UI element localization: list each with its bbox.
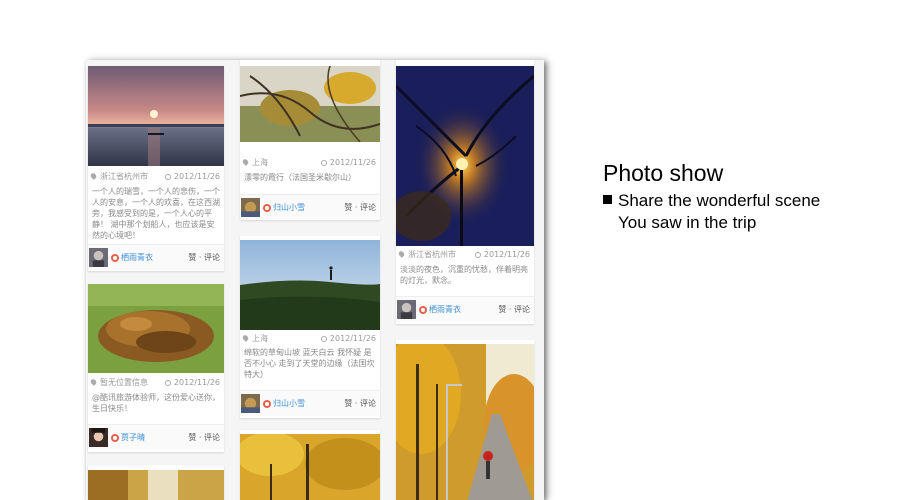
location-pin-icon bbox=[241, 334, 250, 342]
user-icon bbox=[263, 400, 271, 408]
photo-card-branches[interactable]: 上海 2012/11/26 漂零的霞行（法国圣米歇尔山） 归山小雪 赞 · 评论 bbox=[240, 60, 380, 220]
location-text: 浙江省杭州市 bbox=[408, 250, 456, 259]
location-text: 上海 bbox=[252, 334, 268, 343]
location-text: 暂无位置信息 bbox=[100, 378, 148, 387]
photo-card-partial[interactable] bbox=[240, 430, 380, 500]
autumn-avenue-photo[interactable] bbox=[396, 344, 534, 500]
like-comment-actions[interactable]: 赞 · 评论 bbox=[188, 252, 220, 263]
user-icon bbox=[263, 204, 271, 212]
user-icon bbox=[111, 434, 119, 442]
location-pin-icon bbox=[397, 250, 406, 258]
autumn-road-photo[interactable] bbox=[88, 470, 224, 500]
location-pin-icon bbox=[89, 378, 98, 386]
avatar[interactable] bbox=[241, 394, 260, 413]
feature-text: Share the wonderful scene bbox=[618, 191, 821, 210]
clock-icon bbox=[474, 252, 481, 258]
photo-description: 一个人的瑞雪，一个人的悲伤，一个人的安息，一个人的欢喜，在这西湖旁，我感受到的是… bbox=[92, 187, 220, 240]
feature-item: You saw in the trip bbox=[603, 212, 820, 234]
user-icon bbox=[111, 254, 119, 262]
card-footer: 贾子晴 赞 · 评论 bbox=[88, 424, 224, 450]
like-comment-actions[interactable]: 赞 · 评论 bbox=[344, 202, 376, 213]
photo-meta: 浙江省杭州市 2012/11/26 bbox=[396, 248, 534, 262]
photo-card-hill[interactable]: 上海 2012/11/26 绵软的草甸山坡 蓝天白云 我怀疑 是否不小心 走到了… bbox=[240, 236, 380, 418]
clock-icon bbox=[164, 380, 171, 386]
photo-card-partial[interactable] bbox=[396, 340, 534, 500]
photo-description: @酷讯旅游体验师，这份爱心送你，生日快乐！ bbox=[92, 393, 220, 413]
photo-description: 淡淡的夜色，沉重的忧愁，伴着明亮的灯光，默念。 bbox=[400, 265, 528, 285]
photo-feed: 浙江省杭州市 2012/11/26 一个人的瑞雪，一个人的悲伤，一个人的安息，一… bbox=[86, 60, 544, 500]
date-text: 2012/11/26 bbox=[173, 172, 220, 181]
username-link[interactable]: 栖雨青衣 bbox=[429, 304, 461, 315]
like-comment-actions[interactable]: 赞 · 评论 bbox=[188, 432, 220, 443]
like-comment-actions[interactable]: 赞 · 评论 bbox=[498, 304, 530, 315]
location-text: 上海 bbox=[252, 158, 268, 167]
branches-photo[interactable] bbox=[240, 66, 380, 142]
location-pin-icon bbox=[241, 158, 250, 166]
username-link[interactable]: 栖雨青衣 bbox=[121, 252, 153, 263]
hill-photo[interactable] bbox=[240, 240, 380, 330]
date-text: 2012/11/26 bbox=[329, 334, 376, 343]
yellow-trees-photo[interactable] bbox=[240, 434, 380, 500]
username-link[interactable]: 贾子晴 bbox=[121, 432, 145, 443]
avatar[interactable] bbox=[397, 300, 416, 319]
photo-card-partial[interactable] bbox=[88, 465, 224, 500]
photo-card-leaves[interactable]: 暂无位置信息 2012/11/26 @酷讯旅游体验师，这份爱心送你，生日快乐！ … bbox=[88, 284, 224, 452]
avatar[interactable] bbox=[89, 248, 108, 267]
square-bullet-icon bbox=[603, 195, 612, 204]
headline: Photo show bbox=[603, 160, 724, 186]
user-icon bbox=[419, 306, 427, 314]
photo-meta: 上海 2012/11/26 bbox=[240, 156, 380, 170]
location-pin-icon bbox=[89, 172, 98, 180]
feature-item: Share the wonderful scene bbox=[603, 190, 820, 212]
street-lamp-photo[interactable] bbox=[396, 66, 534, 246]
photo-description: 绵软的草甸山坡 蓝天白云 我怀疑 是否不小心 走到了天堂的边缘（法国坎特大） bbox=[244, 348, 375, 379]
username-link[interactable]: 归山小雪 bbox=[273, 398, 305, 409]
photo-card-lamp[interactable]: 浙江省杭州市 2012/11/26 淡淡的夜色，沉重的忧愁，伴着明亮的灯光，默念… bbox=[396, 60, 534, 324]
leaves-photo[interactable] bbox=[88, 284, 224, 373]
feature-text: You saw in the trip bbox=[618, 213, 757, 232]
clock-icon bbox=[164, 174, 171, 180]
location-text: 浙江省杭州市 bbox=[100, 172, 148, 181]
photo-meta: 上海 2012/11/26 bbox=[240, 332, 380, 346]
card-footer: 归山小雪 赞 · 评论 bbox=[240, 194, 380, 220]
avatar[interactable] bbox=[241, 198, 260, 217]
date-text: 2012/11/26 bbox=[483, 250, 530, 259]
photo-card-sunset[interactable]: 浙江省杭州市 2012/11/26 一个人的瑞雪，一个人的悲伤，一个人的安息，一… bbox=[88, 66, 224, 271]
photo-meta: 暂无位置信息 2012/11/26 bbox=[88, 376, 224, 390]
sunset-photo[interactable] bbox=[88, 66, 224, 166]
card-footer: 栖雨青衣 赞 · 评论 bbox=[88, 244, 224, 270]
card-footer: 归山小雪 赞 · 评论 bbox=[240, 390, 380, 416]
feature-list: Share the wonderful scene You saw in the… bbox=[603, 190, 820, 234]
username-link[interactable]: 归山小雪 bbox=[273, 202, 305, 213]
photo-description: 漂零的霞行（法国圣米歇尔山） bbox=[244, 173, 356, 182]
card-footer: 栖雨青衣 赞 · 评论 bbox=[396, 296, 534, 322]
date-text: 2012/11/26 bbox=[329, 158, 376, 167]
like-comment-actions[interactable]: 赞 · 评论 bbox=[344, 398, 376, 409]
clock-icon bbox=[320, 336, 327, 342]
clock-icon bbox=[320, 160, 327, 166]
date-text: 2012/11/26 bbox=[173, 378, 220, 387]
avatar[interactable] bbox=[89, 428, 108, 447]
photo-meta: 浙江省杭州市 2012/11/26 bbox=[88, 170, 224, 184]
